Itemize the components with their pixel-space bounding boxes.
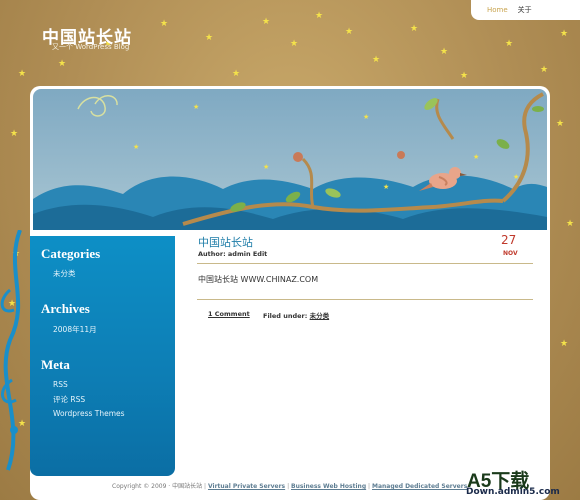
star-icon: ★ [58, 59, 67, 69]
meta-heading: Meta [41, 357, 70, 372]
star-icon: ★ [345, 27, 354, 37]
footer-link-web-hosting[interactable]: Web Hosting [323, 483, 366, 490]
star-icon: ★ [10, 129, 19, 139]
meta-link-comments-rss[interactable]: 评论 RSS [53, 394, 85, 405]
header-banner-image: ★ ★ ★ ★ ★ ★ ★ [33, 89, 547, 230]
star-icon: ★ [460, 71, 469, 81]
star-icon: ★ [566, 219, 575, 229]
star-icon: ★ [205, 33, 214, 43]
archive-link[interactable]: 2008年11月 [53, 324, 97, 335]
post-title[interactable]: 中国站长站 [198, 234, 253, 250]
watermark-url: Down.admin5.com [466, 487, 560, 497]
svg-text:★: ★ [383, 183, 389, 191]
nav-about-link[interactable]: 关于 [518, 5, 532, 15]
meta-link-rss[interactable]: RSS [53, 380, 68, 389]
svg-text:★: ★ [363, 113, 369, 121]
footer-link-vps[interactable]: Virtual Private Servers [208, 483, 285, 490]
star-icon: ★ [560, 339, 569, 349]
footer-copyright: Copyright © 2009 · 中国站长站 [112, 483, 203, 490]
star-icon: ★ [315, 11, 324, 21]
nav-home-link[interactable]: Home [487, 6, 508, 14]
star-icon: ★ [18, 69, 27, 79]
star-icon: ★ [560, 29, 569, 39]
post-content: 中国站长站 WWW.CHINAZ.COM [198, 275, 319, 284]
star-icon: ★ [290, 39, 299, 49]
divider [197, 299, 533, 300]
star-icon: ★ [410, 24, 419, 34]
footer-link-dedicated-servers[interactable]: Managed Dedicated Servers [372, 483, 467, 490]
svg-text:★: ★ [133, 143, 139, 151]
star-icon: ★ [160, 19, 169, 29]
top-navigation: Home 关于 [471, 0, 580, 20]
categories-heading: Categories [41, 246, 101, 261]
post-date-month: NOV [503, 250, 518, 257]
svg-text:★: ★ [263, 163, 269, 171]
svg-text:★: ★ [513, 173, 519, 181]
watermark: A5下载 Down.admin5.com [463, 466, 580, 500]
sidebar: Categories 未分类 Archives 2008年11月 Meta RS… [30, 236, 175, 476]
star-icon: ★ [556, 119, 565, 129]
svg-text:★: ★ [193, 103, 199, 111]
star-icon: ★ [262, 17, 271, 27]
star-icon: ★ [232, 69, 241, 79]
archives-heading: Archives [41, 301, 90, 316]
star-icon: ★ [440, 47, 449, 57]
star-icon: ★ [540, 65, 549, 75]
filed-under: Filed under: 未分类 [263, 310, 329, 320]
comments-link[interactable]: 1 Comment [208, 310, 250, 318]
star-icon: ★ [372, 55, 381, 65]
filed-category-link[interactable]: 未分类 [310, 312, 330, 320]
footer-link-prefix[interactable]: Business [291, 483, 323, 490]
site-description: 又一个 WordPress Blog [52, 43, 130, 51]
post-date-day: 27 [501, 233, 517, 247]
meta-link-wordpress-themes[interactable]: Wordpress Themes [53, 409, 125, 418]
footer: Copyright © 2009 · 中国站长站 | Virtual Priva… [112, 483, 468, 490]
post-meta: Author: admin Edit [198, 250, 268, 258]
category-link[interactable]: 未分类 [53, 268, 76, 279]
divider [197, 263, 533, 264]
filed-under-label: Filed under: [263, 312, 308, 320]
svg-text:★: ★ [473, 153, 479, 161]
main-container: ★ ★ ★ ★ ★ ★ ★ Categories 未分类 Archives 20… [30, 86, 550, 500]
star-icon: ★ [505, 39, 514, 49]
